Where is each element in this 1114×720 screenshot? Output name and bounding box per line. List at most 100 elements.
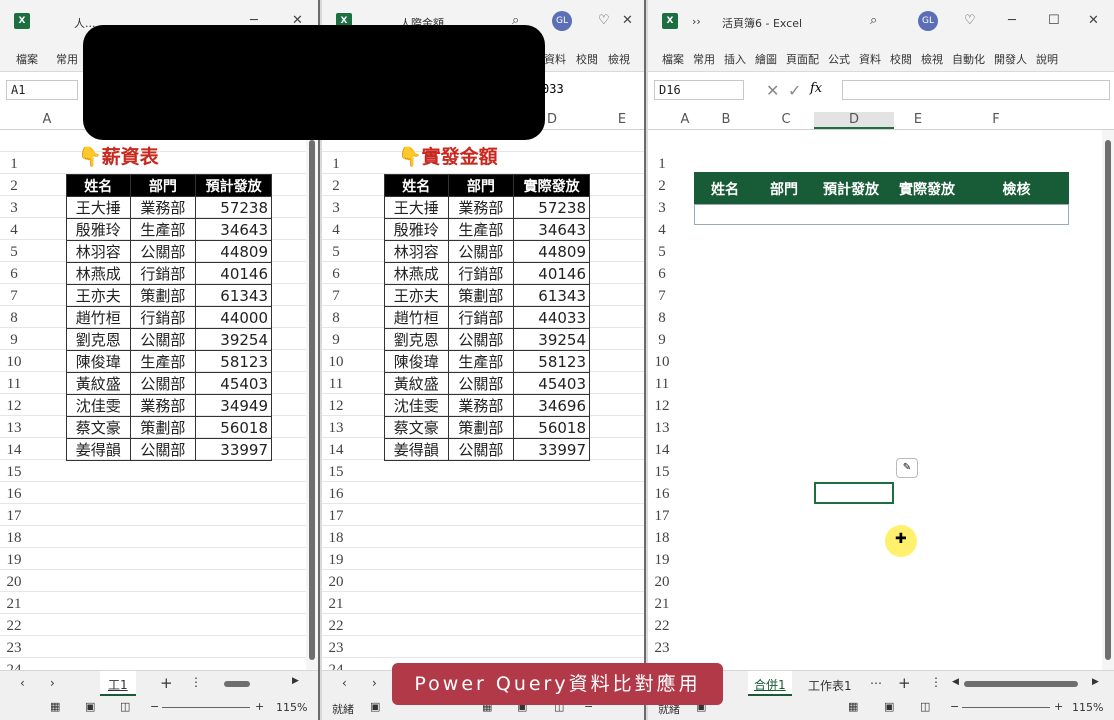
more-icon[interactable]: ⋮ [930, 675, 942, 689]
table-cell[interactable]: 公關部 [447, 240, 515, 263]
table-cell[interactable]: 公關部 [447, 328, 515, 351]
table-cell[interactable]: 陳俊瑋 [66, 350, 131, 373]
vertical-scrollbar[interactable] [306, 130, 318, 670]
table-cell[interactable]: 趙竹桓 [66, 306, 131, 329]
table-cell[interactable]: 44000 [195, 306, 272, 329]
row-number[interactable]: 21 [322, 593, 350, 615]
row-number[interactable]: 19 [0, 549, 28, 571]
row-number[interactable]: 7 [322, 285, 350, 307]
table-cell[interactable]: 生產部 [129, 218, 197, 241]
table-cell[interactable]: 王大捶 [66, 196, 131, 219]
row-number[interactable]: 3 [0, 197, 28, 219]
table-cell[interactable]: 趙竹桓 [384, 306, 449, 329]
table-cell[interactable]: 王大捶 [384, 196, 449, 219]
row-number[interactable]: 19 [648, 549, 676, 571]
add-sheet-icon[interactable]: + [160, 674, 173, 692]
ribbon-tab[interactable]: 頁面配 [786, 51, 819, 67]
table-cell[interactable]: 業務部 [129, 394, 197, 417]
table-cell[interactable]: 44033 [513, 306, 590, 329]
page-layout-icon[interactable]: ▣ [884, 700, 894, 713]
ribbon-tab[interactable]: 檢視 [921, 51, 943, 67]
row-number[interactable]: 10 [0, 351, 28, 373]
page-break-icon[interactable]: ◫ [920, 700, 930, 713]
row-number[interactable]: 13 [648, 417, 676, 439]
minimize-icon[interactable]: ─ [1008, 13, 1016, 28]
table-cell[interactable]: 34643 [513, 218, 590, 241]
normal-view-icon[interactable]: ▦ [848, 700, 858, 713]
zoom-in-icon[interactable]: + [1054, 700, 1063, 713]
table-cell[interactable]: 蔡文豪 [66, 416, 131, 439]
row-number[interactable]: 7 [0, 285, 28, 307]
row-number[interactable]: 21 [648, 593, 676, 615]
table-cell[interactable]: 策劃部 [447, 416, 515, 439]
name-box[interactable]: A1 [6, 80, 78, 100]
row-number[interactable]: 1 [322, 153, 350, 175]
table-cell[interactable]: 34643 [195, 218, 272, 241]
more-icon[interactable]: ⋮ [190, 675, 202, 689]
table-cell[interactable]: 44809 [513, 240, 590, 263]
table-cell[interactable]: 56018 [195, 416, 272, 439]
table-cell[interactable]: 56018 [513, 416, 590, 439]
column-header[interactable]: F [978, 112, 1014, 127]
row-number[interactable]: 12 [322, 395, 350, 417]
row-number[interactable]: 6 [648, 263, 676, 285]
table-cell[interactable]: 殷雅玲 [66, 218, 131, 241]
row-number[interactable]: 2 [0, 175, 28, 197]
row-number[interactable]: 20 [322, 571, 350, 593]
ribbon-tab[interactable]: 檔案 [662, 51, 684, 67]
table-cell[interactable]: 沈佳雯 [384, 394, 449, 417]
avatar[interactable]: GL [552, 11, 572, 31]
table-cell[interactable]: 行銷部 [129, 262, 197, 285]
table-cell[interactable]: 33997 [195, 438, 272, 461]
table-cell[interactable]: 61343 [513, 284, 590, 307]
table-cell[interactable]: 公關部 [129, 372, 197, 395]
row-number[interactable]: 12 [0, 395, 28, 417]
table-cell[interactable]: 40146 [513, 262, 590, 285]
table-cell[interactable]: 行銷部 [447, 262, 515, 285]
table-header-cell[interactable]: 預計發放 [195, 174, 272, 197]
row-number[interactable]: 18 [322, 527, 350, 549]
table-cell[interactable]: 姜得韻 [66, 438, 131, 461]
ribbon-tab[interactable]: 開發人 [994, 51, 1027, 67]
accessibility-icon[interactable]: ▣ [370, 700, 380, 713]
lightbulb-icon[interactable]: ♡ [964, 13, 976, 28]
ribbon-tab[interactable]: 公式 [828, 51, 850, 67]
merge-table-row[interactable] [694, 204, 1069, 225]
close-icon[interactable]: ✕ [1088, 13, 1099, 28]
table-cell[interactable]: 黃紋盛 [384, 372, 449, 395]
row-number[interactable]: 4 [648, 219, 676, 241]
row-number[interactable]: 4 [322, 219, 350, 241]
sheet-tab-sheet1[interactable]: 工作表1 [808, 677, 852, 694]
row-number[interactable]: 14 [0, 439, 28, 461]
scroll-right-icon[interactable]: ▶ [292, 676, 299, 686]
row-number[interactable]: 22 [648, 615, 676, 637]
sheet-tab-merge1[interactable]: 合併1 [748, 671, 792, 696]
table-cell[interactable]: 34949 [195, 394, 272, 417]
row-number[interactable]: 23 [0, 637, 28, 659]
normal-view-icon[interactable]: ▦ [50, 700, 60, 713]
row-number[interactable]: 3 [648, 197, 676, 219]
table-cell[interactable]: 58123 [195, 350, 272, 373]
table-cell[interactable]: 61343 [195, 284, 272, 307]
page-layout-icon[interactable]: ▣ [85, 700, 95, 713]
formula-input[interactable] [842, 80, 1110, 100]
overflow-chevron-icon[interactable]: ›› [692, 15, 701, 28]
row-number[interactable]: 8 [322, 307, 350, 329]
column-header[interactable]: D [814, 112, 894, 129]
table-cell[interactable]: 40146 [195, 262, 272, 285]
next-sheet-icon[interactable]: › [50, 676, 55, 690]
tab-home[interactable]: 常用 [56, 51, 78, 67]
row-number[interactable]: 14 [322, 439, 350, 461]
table-cell[interactable]: 王亦夫 [384, 284, 449, 307]
h-scroll-thumb[interactable] [224, 681, 250, 687]
merge-header-cell[interactable]: 姓名 [694, 179, 756, 199]
scroll-thumb[interactable] [309, 140, 315, 660]
column-header[interactable]: E [900, 112, 936, 127]
table-cell[interactable]: 陳俊瑋 [384, 350, 449, 373]
row-number[interactable]: 13 [0, 417, 28, 439]
row-number[interactable]: 15 [322, 461, 350, 483]
table-cell[interactable]: 王亦夫 [66, 284, 131, 307]
row-number[interactable]: 9 [648, 329, 676, 351]
table-cell[interactable]: 劉克恩 [384, 328, 449, 351]
row-number[interactable]: 17 [0, 505, 28, 527]
